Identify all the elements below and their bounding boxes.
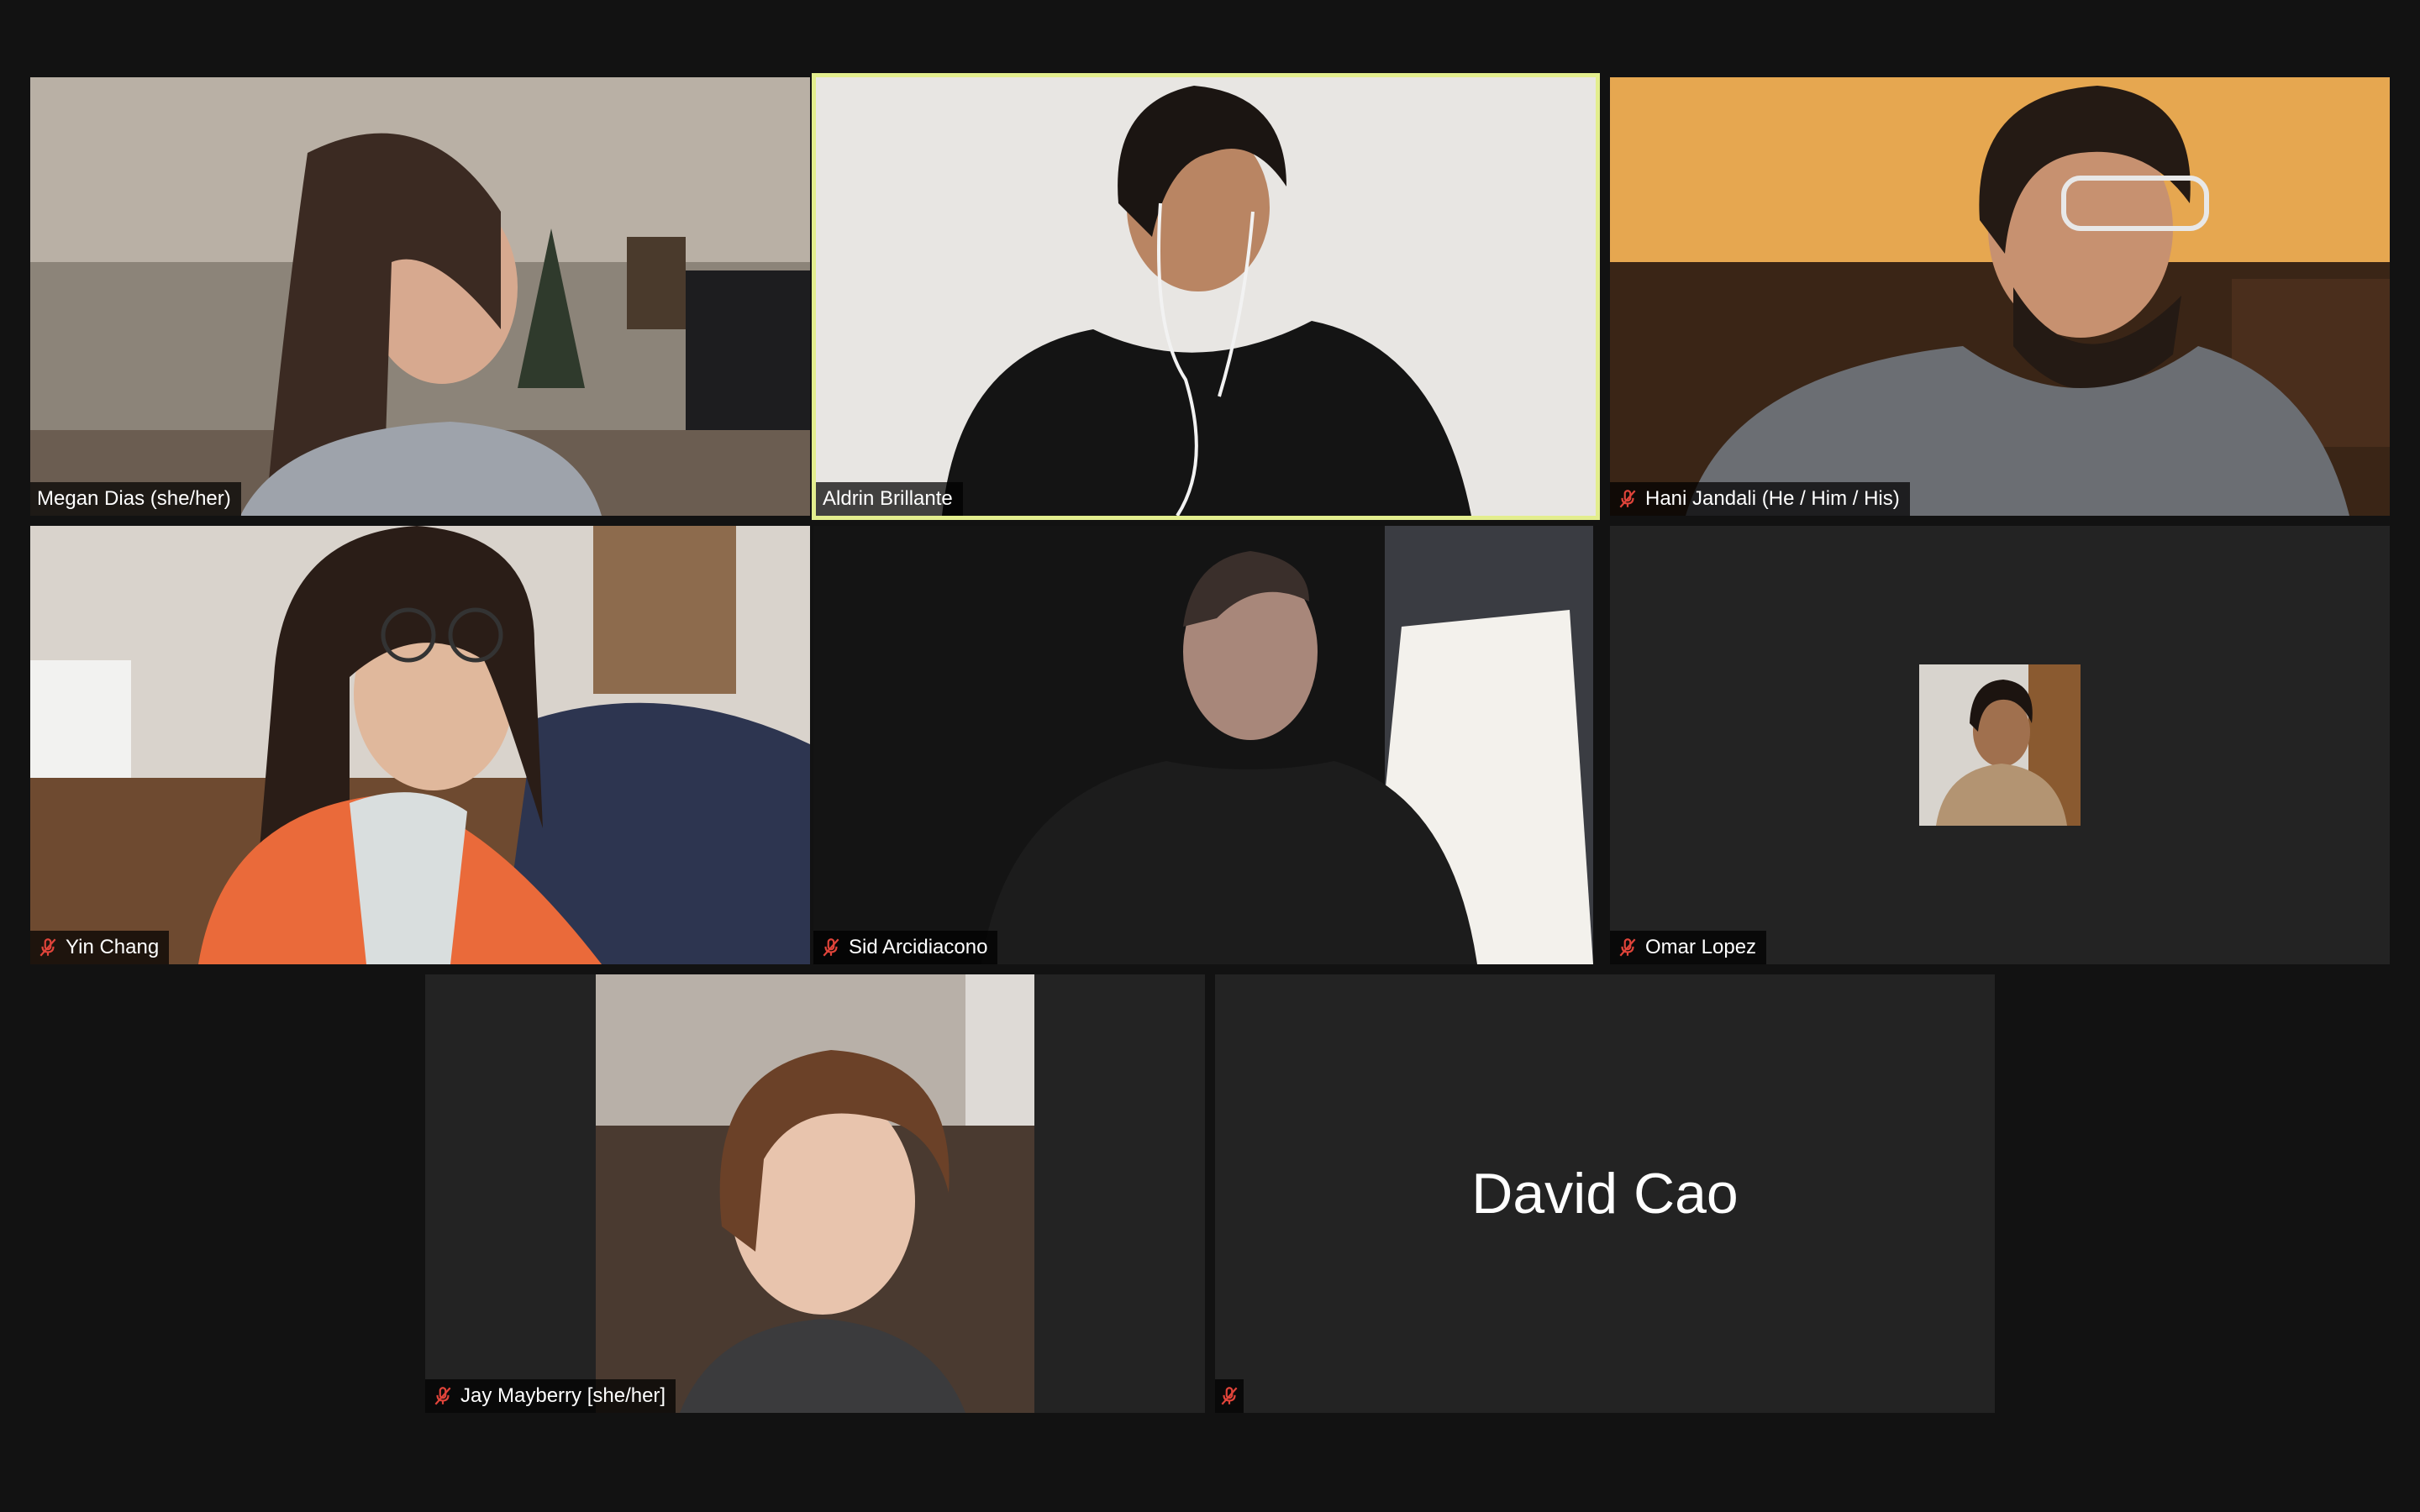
video-tile-megan-dias[interactable]: Megan Dias (she/her) (30, 77, 810, 516)
participant-nameplate: Omar Lopez (1610, 931, 1767, 964)
participant-name: Yin Chang (66, 936, 160, 958)
participant-display-name: David Cao (1471, 1162, 1739, 1226)
avatar (1919, 664, 2081, 826)
mic-muted-icon (823, 938, 839, 957)
video-tile-jay-mayberry[interactable]: Jay Mayberry [she/her] (425, 974, 1205, 1413)
participant-nameplate: Yin Chang (30, 931, 170, 964)
participant-name: Megan Dias (she/her) (37, 487, 231, 510)
video-feed-portrait (596, 974, 1034, 1413)
mic-muted-icon (1619, 938, 1636, 957)
video-tile-hani-jandali[interactable]: Hani Jandali (He / Him / His) (1610, 77, 2390, 516)
video-feed (30, 526, 810, 964)
video-tile-yin-chang[interactable]: Yin Chang (30, 526, 810, 964)
video-feed (813, 526, 1593, 964)
video-tile-aldrin-brillante[interactable]: Aldrin Brillante (812, 73, 1600, 520)
mic-muted-icon (1619, 490, 1636, 508)
video-feed (1610, 77, 2390, 516)
participant-nameplate (1215, 1379, 1244, 1413)
mic-muted-icon (39, 938, 56, 957)
profile-picture (1919, 664, 2081, 826)
mic-muted-icon (1221, 1387, 1238, 1405)
participant-nameplate: Hani Jandali (He / Him / His) (1610, 482, 1910, 516)
participant-name: Sid Arcidiacono (849, 936, 988, 958)
video-tile-omar-lopez[interactable]: Omar Lopez (1610, 526, 2390, 964)
video-feed (596, 974, 1034, 1413)
participant-nameplate: Megan Dias (she/her) (30, 482, 241, 516)
video-feed (816, 77, 1596, 516)
participant-name: Omar Lopez (1645, 936, 1757, 958)
video-tile-david-cao[interactable]: David Cao (1215, 974, 1995, 1413)
video-feed (30, 77, 810, 516)
participant-name: Aldrin Brillante (823, 487, 953, 510)
mic-muted-icon (434, 1387, 451, 1405)
participant-nameplate: Sid Arcidiacono (813, 931, 998, 964)
participant-nameplate: Aldrin Brillante (816, 482, 963, 516)
participant-name: Hani Jandali (He / Him / His) (1645, 487, 1900, 510)
participant-name: Jay Mayberry [she/her] (460, 1384, 666, 1407)
video-tile-sid-arcidiacono[interactable]: Sid Arcidiacono (813, 526, 1593, 964)
participant-nameplate: Jay Mayberry [she/her] (425, 1379, 676, 1413)
